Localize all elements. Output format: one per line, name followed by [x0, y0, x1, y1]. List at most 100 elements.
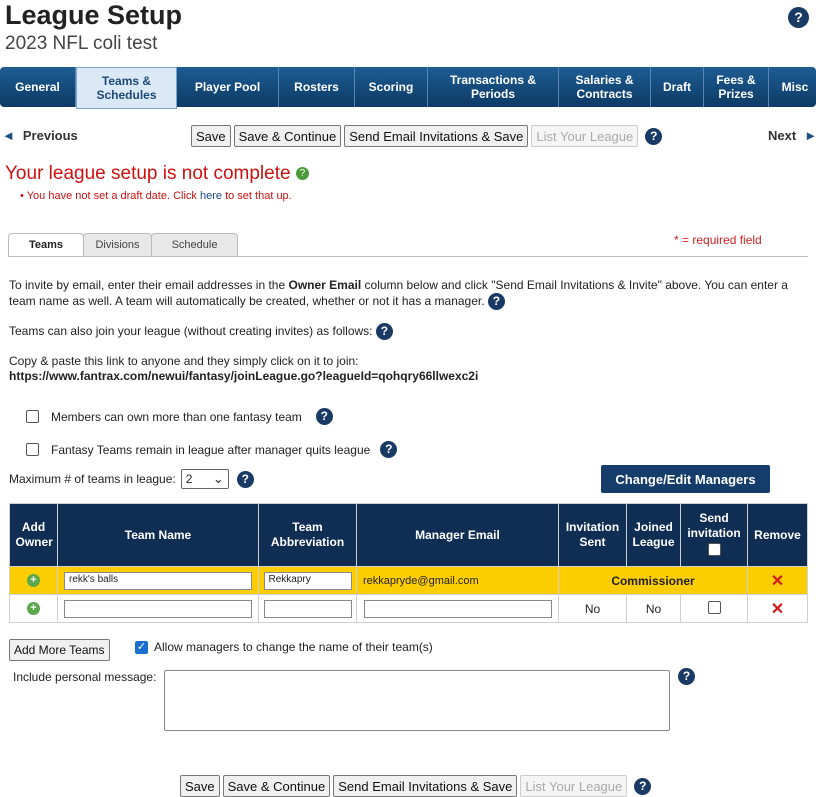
- warning-title: Your league setup is not complete: [5, 163, 291, 184]
- personal-message-input[interactable]: [164, 670, 670, 731]
- send-invitation-checkbox[interactable]: [707, 600, 721, 614]
- instructions-text-3: team name as well. A team will automatic…: [9, 294, 485, 308]
- instructions-text: To invite by email, enter their email ad…: [9, 278, 286, 292]
- change-managers-button[interactable]: Change/Edit Managers: [601, 465, 770, 493]
- max-teams-value: 2: [185, 472, 193, 486]
- list-league-button[interactable]: List Your League: [520, 775, 628, 797]
- copy-link-text: Copy & paste this link to anyone and the…: [9, 354, 359, 368]
- nav-misc[interactable]: Misc: [769, 67, 816, 107]
- table-header: Add Owner Team Name Team Abbreviation Ma…: [9, 503, 808, 567]
- help-icon[interactable]: ?: [375, 323, 393, 340]
- help-icon[interactable]: ?: [645, 127, 663, 145]
- nav-rosters[interactable]: Rosters: [279, 67, 355, 107]
- help-icon[interactable]: ?: [380, 441, 398, 458]
- tab-divisions[interactable]: Divisions: [83, 233, 152, 257]
- nav-teams-schedules-label: Teams & Schedules: [96, 74, 157, 102]
- remove-icon[interactable]: ✕: [771, 573, 784, 590]
- chevron-down-icon: ⌄: [212, 471, 224, 486]
- nav-transactions-label: Transactions & Periods: [449, 73, 537, 101]
- send-invitations-button[interactable]: Send Email Invitations & Save: [333, 775, 518, 797]
- arrow-left-icon: ◄: [2, 128, 15, 143]
- team-abbr-input[interactable]: [263, 599, 352, 618]
- draft-date-warning: • You have not set a draft date. Click h…: [20, 190, 292, 202]
- allow-rename-checkbox[interactable]: ✓: [135, 640, 148, 654]
- remain-option: Fantasy Teams remain in league after man…: [26, 441, 398, 458]
- save-continue-button[interactable]: Save & Continue: [233, 125, 342, 147]
- allow-rename-option: ✓ Allow managers to change the name of t…: [135, 640, 433, 654]
- arrow-right-icon: ►: [804, 128, 816, 143]
- send-invitations-button[interactable]: Send Email Invitations & Save: [344, 125, 529, 147]
- setup-nav: General Teams & Schedules Player Pool Ro…: [0, 67, 816, 109]
- send-all-checkbox[interactable]: [707, 542, 721, 556]
- header-send-invitation: Send invitation: [687, 510, 741, 540]
- header-team-abbr: Team Abbreviation: [270, 520, 345, 549]
- personal-message-label: Include personal message:: [13, 670, 157, 684]
- max-teams-row: Maximum # of teams in league: 2 ⌄ ?: [9, 469, 254, 489]
- save-button[interactable]: Save: [180, 775, 220, 797]
- setup-incomplete-warning: Your league setup is not complete ?: [5, 163, 309, 185]
- header-invitation-sent: Invitation Sent: [565, 520, 620, 549]
- help-icon[interactable]: ?: [315, 408, 333, 425]
- manager-email-input[interactable]: [363, 599, 552, 618]
- help-icon[interactable]: ?: [678, 668, 695, 685]
- next-link[interactable]: Next ►: [768, 128, 816, 143]
- join-instructions: Teams can also join your league (without…: [9, 323, 393, 340]
- save-button[interactable]: Save: [191, 125, 231, 147]
- header-manager-email: Manager Email: [356, 503, 559, 567]
- team-name-input[interactable]: rekk's balls: [64, 571, 252, 590]
- multi-team-option: Members can own more than one fantasy te…: [26, 408, 333, 425]
- remove-icon[interactable]: ✕: [771, 601, 784, 618]
- max-teams-select[interactable]: 2 ⌄: [180, 469, 229, 489]
- add-owner-icon[interactable]: +: [27, 602, 40, 615]
- join-text: Teams can also join your league (without…: [9, 324, 373, 338]
- help-icon[interactable]: ?: [788, 7, 809, 28]
- tab-schedule[interactable]: Schedule: [151, 233, 238, 257]
- team-name-input[interactable]: [64, 599, 252, 618]
- allow-rename-label: Allow managers to change the name of the…: [154, 640, 433, 654]
- nav-salaries-label: Salaries & Contracts: [575, 73, 634, 101]
- nav-teams-schedules[interactable]: Teams & Schedules: [76, 67, 177, 109]
- header-remove: Remove: [747, 503, 808, 567]
- header-team-name: Team Name: [57, 503, 259, 567]
- header-add-owner: Add Owner: [15, 520, 53, 549]
- remain-checkbox[interactable]: [26, 443, 39, 456]
- instructions-text-2: column below and click "Send Email Invit…: [364, 278, 788, 292]
- teams-table: Add Owner Team Name Team Abbreviation Ma…: [9, 503, 808, 623]
- remain-label: Fantasy Teams remain in league after man…: [51, 442, 371, 457]
- help-icon[interactable]: ?: [487, 293, 505, 310]
- invite-instructions: To invite by email, enter their email ad…: [9, 278, 809, 310]
- multi-team-label: Members can own more than one fantasy te…: [51, 409, 302, 424]
- save-continue-button[interactable]: Save & Continue: [222, 775, 331, 797]
- top-actions: Save Save & Continue Send Email Invitati…: [191, 125, 663, 147]
- header-joined-league: Joined League: [632, 520, 675, 549]
- table-row: + No No ✕: [9, 594, 808, 623]
- help-icon[interactable]: ?: [236, 470, 254, 488]
- previous-link[interactable]: ◄ Previous: [2, 128, 78, 143]
- owner-email-label: Owner Email: [288, 278, 362, 292]
- multi-team-checkbox[interactable]: [26, 410, 39, 423]
- nav-fees-label: Fees & Prizes: [716, 73, 756, 101]
- help-icon[interactable]: ?: [634, 777, 652, 795]
- nav-salaries[interactable]: Salaries & Contracts: [559, 67, 651, 107]
- nav-transactions[interactable]: Transactions & Periods: [428, 67, 559, 107]
- max-teams-label: Maximum # of teams in league:: [9, 472, 176, 486]
- nav-general[interactable]: General: [0, 67, 76, 107]
- join-league-link[interactable]: https://www.fantrax.com/newui/fantasy/jo…: [9, 369, 478, 383]
- nav-player-pool[interactable]: Player Pool: [177, 67, 279, 107]
- warning-text-end: to set that up.: [225, 190, 292, 202]
- add-owner-icon[interactable]: +: [27, 574, 40, 587]
- nav-scoring[interactable]: Scoring: [355, 67, 428, 107]
- list-league-button[interactable]: List Your League: [531, 125, 639, 147]
- nav-draft[interactable]: Draft: [651, 67, 704, 107]
- commissioner-badge: Commissioner: [558, 566, 748, 595]
- nav-fees[interactable]: Fees & Prizes: [704, 67, 769, 107]
- required-note: * = required field: [674, 233, 762, 247]
- warning-text: You have not set a draft date. Click: [26, 190, 197, 202]
- add-more-teams-button[interactable]: Add More Teams: [9, 639, 110, 661]
- tab-teams[interactable]: Teams: [8, 233, 84, 257]
- set-draft-date-link[interactable]: here: [200, 190, 222, 202]
- invitation-sent-value: No: [558, 594, 627, 623]
- info-icon[interactable]: ?: [295, 167, 309, 181]
- manager-email: rekkapryde@gmail.com: [356, 566, 559, 595]
- team-abbr-input[interactable]: Rekkapry: [263, 571, 352, 590]
